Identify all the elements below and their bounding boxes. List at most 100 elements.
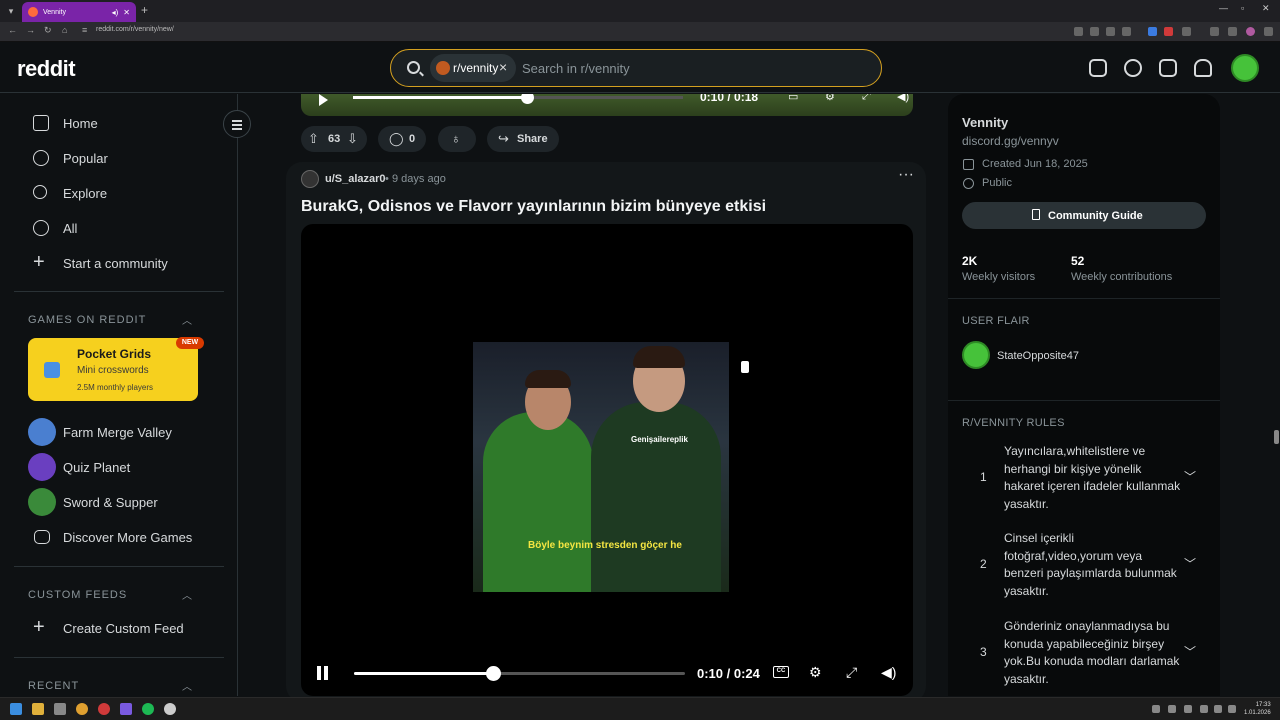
sidebar-item-explore[interactable]: Explore (0, 179, 238, 209)
maximize-icon[interactable]: ▫ (1241, 3, 1244, 13)
page-scrollbar[interactable] (1272, 94, 1280, 696)
extension-red-icon[interactable] (1164, 27, 1173, 36)
chevron-down-icon[interactable]: ﹀ (1184, 555, 1196, 572)
volume-icon[interactable]: ◀) (881, 664, 896, 681)
flair-avatar[interactable] (962, 341, 990, 369)
featured-game-card[interactable]: Pocket Grids Mini crosswords 2.5M monthl… (28, 338, 198, 401)
puzzle-icon[interactable] (1182, 27, 1191, 36)
sidebar-item-home[interactable]: Home (0, 109, 238, 139)
browser-tab[interactable]: Vennity ◂) ✕ (22, 2, 136, 22)
url-field[interactable]: reddit.com/r/vennity/new/ (96, 26, 174, 33)
menu-icon[interactable] (1264, 27, 1273, 36)
video-progress-bar[interactable] (353, 94, 683, 104)
collapse-sidebar-button[interactable] (223, 110, 251, 138)
extension-blue-icon[interactable] (1148, 27, 1157, 36)
video-scrub-handle[interactable] (485, 666, 501, 681)
previous-post-video[interactable]: 0:10 / 0:18 ▭ ⚙ ⤢ ◀) (301, 94, 913, 116)
community-link[interactable]: discord.gg/vennyv (962, 134, 1059, 148)
translate-icon[interactable] (1090, 27, 1099, 36)
profile-icon[interactable] (1246, 27, 1255, 36)
fullscreen-icon[interactable]: ⤢ (846, 664, 857, 681)
forward-icon[interactable]: → (26, 25, 35, 35)
reddit-logo[interactable]: reddit (17, 56, 76, 82)
upvote-icon[interactable]: ⇧ (308, 131, 319, 147)
extension-icon[interactable] (1074, 27, 1083, 36)
tab-list-icon[interactable]: ▾ (4, 4, 18, 18)
sidebar-item-quiz-planet[interactable]: Quiz Planet (0, 453, 238, 483)
captions-icon[interactable]: ▭ (788, 94, 798, 103)
zoom-icon[interactable] (1106, 27, 1115, 36)
chevron-down-icon[interactable]: ﹀ (1184, 468, 1196, 485)
speaker-icon[interactable]: ◂) (112, 8, 119, 17)
chevron-up-icon[interactable]: ︿ (182, 312, 192, 327)
downvote-icon[interactable]: ⇩ (347, 131, 358, 147)
sidebar-item-discover-games[interactable]: Discover More Games (0, 523, 238, 553)
advertise-icon[interactable] (1089, 59, 1107, 77)
video-player[interactable]: Genişailereplik Böyle beynim stresden gö… (301, 224, 913, 696)
chrome-icon[interactable] (76, 703, 88, 715)
post-author[interactable]: u/S_alazar0 (325, 173, 386, 185)
comments-button[interactable]: ◯ 0 (378, 126, 426, 152)
settings-icon[interactable]: ⚙ (809, 664, 822, 681)
share-button[interactable]: ↪ Share (487, 126, 559, 152)
tray-app-icon[interactable] (1184, 705, 1192, 713)
user-avatar[interactable] (1231, 54, 1259, 82)
opera-icon[interactable] (98, 703, 110, 715)
sidebar-item-start-community[interactable]: + Start a community (0, 249, 238, 279)
post-author-avatar[interactable] (301, 170, 319, 188)
community-guide-button[interactable]: Community Guide (962, 202, 1206, 229)
bookmark-star-icon[interactable] (1122, 27, 1131, 36)
reload-icon[interactable]: ↻ (44, 25, 52, 36)
sidebar-item-farm-merge-valley[interactable]: Farm Merge Valley (0, 418, 238, 448)
recent-heading: RECENT (28, 680, 80, 692)
sidebar-item-popular[interactable]: Popular (0, 144, 238, 174)
search-input[interactable]: Search in r/vennity (522, 61, 630, 76)
scrollbar-thumb[interactable] (1274, 430, 1279, 444)
tray-chevron-icon[interactable] (1152, 705, 1160, 713)
taskbar-clock[interactable]: 17:33 1.01.2026 (1244, 701, 1271, 717)
site-info-icon[interactable]: ≡ (82, 25, 87, 35)
post-card[interactable]: u/S_alazar0 • 9 days ago ··· BurakG, Odi… (286, 162, 926, 702)
taskbar-app-icon[interactable] (54, 703, 66, 715)
settings-icon[interactable]: ⚙ (825, 94, 835, 103)
close-window-icon[interactable]: ✕ (1262, 3, 1270, 14)
volume-tray-icon[interactable] (1228, 705, 1236, 713)
chevron-up-icon[interactable]: ︿ (182, 587, 192, 602)
video-progress-bar[interactable] (354, 666, 685, 681)
minimize-icon[interactable]: — (1219, 3, 1228, 13)
discord-icon[interactable] (120, 703, 132, 715)
create-post-icon[interactable] (1159, 59, 1177, 77)
volume-icon[interactable]: ◀) (897, 94, 909, 103)
tray-app-icon[interactable] (1168, 705, 1176, 713)
chip-close-icon[interactable]: × (499, 59, 507, 75)
play-icon[interactable] (319, 94, 328, 106)
playlist-icon[interactable] (1228, 27, 1237, 36)
captions-icon[interactable]: CC (773, 666, 789, 678)
file-explorer-icon[interactable] (32, 703, 44, 715)
post-title[interactable]: BurakG, Odisnos ve Flavorr yayınlarının … (301, 198, 766, 216)
award-button[interactable]: ♁ (438, 126, 476, 152)
download-icon[interactable] (1210, 27, 1219, 36)
new-tab-icon[interactable]: + (141, 3, 148, 17)
steam-icon[interactable] (164, 703, 176, 715)
home-browser-icon[interactable]: ⌂ (62, 25, 67, 35)
notifications-icon[interactable] (1194, 59, 1212, 77)
sidebar-item-sword-supper[interactable]: Sword & Supper (0, 488, 238, 518)
sidebar-item-create-custom-feed[interactable]: + Create Custom Feed (0, 614, 238, 644)
video-scrub-handle[interactable] (521, 94, 535, 104)
chevron-up-icon[interactable]: ︿ (182, 678, 192, 693)
community-search-chip[interactable]: r/vennity × (430, 54, 516, 82)
microphone-icon[interactable] (1200, 705, 1208, 713)
back-icon[interactable]: ← (8, 25, 17, 35)
chevron-down-icon[interactable]: ﹀ (1184, 643, 1196, 660)
spotify-icon[interactable] (142, 703, 154, 715)
tab-close-icon[interactable]: ✕ (123, 8, 130, 17)
sidebar-item-all[interactable]: All (0, 214, 238, 244)
fullscreen-icon[interactable]: ⤢ (862, 94, 871, 103)
more-options-icon[interactable]: ··· (898, 166, 914, 184)
network-icon[interactable] (1214, 705, 1222, 713)
chat-icon[interactable] (1124, 59, 1142, 77)
windows-start-icon[interactable] (10, 703, 22, 715)
pause-button[interactable] (317, 666, 331, 685)
flair-username[interactable]: StateOpposite47 (997, 350, 1079, 362)
